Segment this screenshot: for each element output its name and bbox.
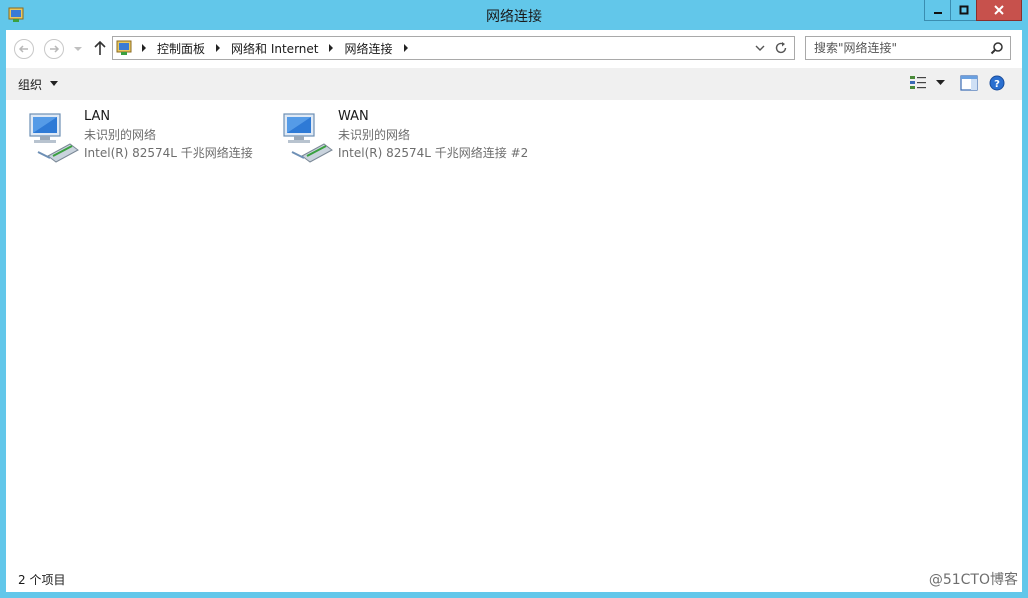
search-input[interactable] [806,37,990,59]
breadcrumb: 控制面板 网络和 Internet 网络连接 [135,37,415,59]
back-arrow-icon [18,45,28,53]
search-box[interactable] [805,36,1011,60]
back-button[interactable] [14,39,34,59]
connection-adapter: Intel(R) 82574L 千兆网络连接 #2 [338,146,529,160]
minimize-icon [933,12,942,14]
help-icon[interactable]: ? [989,75,1005,91]
organize-label: 组织 [18,77,43,92]
change-view-icon[interactable] [909,75,927,91]
navigation-bar: 控制面板 网络和 Internet 网络连接 [6,30,1022,66]
file-list: LAN 未识别的网络 Intel(R) 82574L 千兆网络连接 WAN 未识… [6,100,1022,566]
breadcrumb-separator-icon[interactable] [135,37,153,59]
command-bar: 组织 ? [6,68,1022,100]
network-adapter-icon [283,113,333,163]
watermark: @51CTO博客 [928,572,1018,588]
maximize-button[interactable] [950,0,977,21]
view-options-dropdown-icon[interactable] [936,80,945,86]
search-icon[interactable] [990,41,1004,55]
forward-button[interactable] [44,39,64,59]
organize-menu-button[interactable]: 组织 [14,74,62,94]
address-dropdown-icon[interactable] [754,42,766,54]
close-button[interactable] [976,0,1022,21]
close-icon [994,5,1004,15]
chevron-down-icon [50,81,59,86]
explorer-window: 网络连接 控制面板 网络和 Internet 网络连接 搜索"网络连接" 组织 … [0,0,1028,598]
item-count: 2 个项目 [18,573,66,587]
breadcrumb-network-connections[interactable]: 网络连接 [340,40,396,57]
window-controls [924,0,1022,21]
recent-locations-dropdown-icon[interactable] [72,41,84,55]
refresh-icon[interactable] [774,41,788,55]
connection-status: 未识别的网络 [84,128,157,142]
connection-name: WAN [338,109,369,124]
preview-pane-icon[interactable] [960,75,978,91]
breadcrumb-separator-icon[interactable] [322,37,340,59]
window-title: 网络连接 [486,9,542,25]
maximize-icon [959,5,968,15]
svg-text:?: ? [994,79,1000,90]
breadcrumb-separator-icon[interactable] [209,37,227,59]
breadcrumb-network-internet[interactable]: 网络和 Internet [227,40,322,57]
network-adapter-icon [29,113,79,163]
control-panel-icon [116,40,132,55]
connection-item-wan[interactable]: WAN 未识别的网络 Intel(R) 82574L 千兆网络连接 #2 [268,108,528,164]
connection-status: 未识别的网络 [338,128,411,142]
up-arrow-icon[interactable] [92,39,108,57]
connection-item-lan[interactable]: LAN 未识别的网络 Intel(R) 82574L 千兆网络连接 [14,108,264,164]
address-bar[interactable]: 控制面板 网络和 Internet 网络连接 [112,36,795,60]
connection-name: LAN [84,109,111,124]
connection-details: WAN 未识别的网络 Intel(R) 82574L 千兆网络连接 #2 [338,108,528,162]
status-bar: 2 个项目 @51CTO博客 [6,566,1022,592]
breadcrumb-control-panel[interactable]: 控制面板 [153,40,209,57]
explorer-client: 控制面板 网络和 Internet 网络连接 组织 [6,30,1022,592]
connection-adapter: Intel(R) 82574L 千兆网络连接 [84,146,253,160]
connection-details: LAN 未识别的网络 Intel(R) 82574L 千兆网络连接 [84,108,253,162]
breadcrumb-separator-icon[interactable] [397,37,415,59]
minimize-button[interactable] [924,0,951,21]
forward-arrow-icon [50,45,60,53]
title-bar[interactable]: 网络连接 [0,0,1028,30]
